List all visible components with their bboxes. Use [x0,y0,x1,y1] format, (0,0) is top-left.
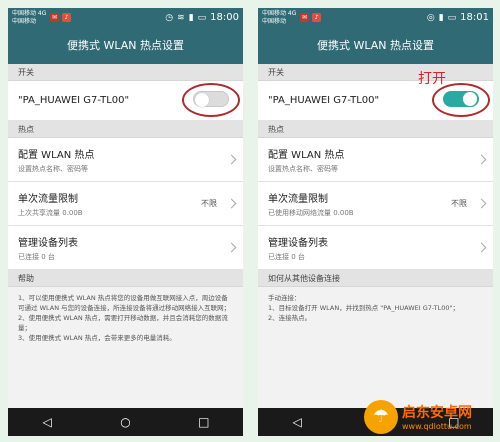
hotspot-section-header: 热点 [8,121,243,138]
chevron-right-icon [226,198,237,209]
phone-screen-before: 中国移动 4G 中国移动 ✉ ♪ ◷ ≋ ▮ ▭ 18:00 便携式 WLAN … [8,8,243,436]
hotspot-switch-row[interactable]: "PA_HUAWEI G7-TL00" [258,81,493,121]
help-line: 3、使用便携式 WLAN 热点，会带来更多的电量消耗。 [18,334,176,342]
notification-icons: ✉ ♪ [300,13,321,22]
notification-icons: ✉ ♪ [50,13,71,22]
watermark-title: 启东安卓网 [402,405,472,421]
signal-icon: ▮ [188,12,194,23]
watermark: ☂ 启东安卓网 www.qdlottu.com [364,398,494,438]
battery-icon: ▭ [447,12,457,23]
chevron-right-icon [476,198,487,209]
status-bar: 中国移动 4G 中国移动 ✉ ♪ ◎ ▮ ▭ 18:01 [258,8,493,28]
status-icons: ◎ ▮ ▭ 18:01 [427,12,489,23]
phone-screen-after: 中国移动 4G 中国移动 ✉ ♪ ◎ ▮ ▭ 18:01 便携式 WLAN 热点… [258,8,493,436]
back-icon[interactable]: ◁ [37,415,57,429]
status-bar: 中国移动 4G 中国移动 ✉ ♪ ◷ ≋ ▮ ▭ 18:00 [8,8,243,28]
signal-icon: ▮ [438,12,444,23]
config-hotspot-sub: 设置热点名称、密码等 [18,165,88,173]
ssid-label: "PA_HUAWEI G7-TL00" [268,95,380,106]
connect-help-text: 手动连接： 1、目标设备打开 WLAN，并找到热点 "PA_HUAWEI G7-… [258,287,493,329]
highlight-circle [432,83,490,117]
recents-icon[interactable]: □ [194,415,214,429]
chevron-right-icon [226,154,237,165]
hotspot-icon: ◎ [426,12,435,23]
app-notification-icon: ♪ [312,13,321,22]
manage-devices-sub: 已连接 0 台 [18,253,55,261]
help-section-header: 帮助 [8,270,243,287]
data-limit-value: 不限 [451,199,467,208]
manage-devices-title: 管理设备列表 [18,238,78,249]
app-notification-icon: ♪ [62,13,71,22]
status-time: 18:01 [460,12,489,23]
data-limit-item[interactable]: 单次流量限制 已使用移动网络流量 0.00B 不限 [258,182,493,226]
chevron-right-icon [476,242,487,253]
config-hotspot-item[interactable]: 配置 WLAN 热点 设置热点名称、密码等 [258,138,493,182]
data-limit-item[interactable]: 单次流量限制 上次共享流量 0.00B 不限 [8,182,243,226]
status-icons: ◷ ≋ ▮ ▭ 18:00 [165,12,239,23]
config-hotspot-title: 配置 WLAN 热点 [18,150,95,161]
manage-devices-item[interactable]: 管理设备列表 已连接 0 台 [8,226,243,270]
help-text: 1、可以使用便携式 WLAN 热点将您的设备用做互联网接入点，周边设备可通过 W… [8,287,243,349]
manage-devices-sub: 已连接 0 台 [268,253,305,261]
config-hotspot-title: 配置 WLAN 热点 [268,150,345,161]
help-line: 手动连接： [268,294,301,302]
switch-section-header: 开关 [8,64,243,81]
help-line: 2、连接热点。 [268,314,312,322]
help-line: 1、目标设备打开 WLAN，并找到热点 "PA_HUAWEI G7-TL00"； [268,304,459,312]
chevron-right-icon [476,154,487,165]
hotspot-section-header: 热点 [258,121,493,138]
ssid-label: "PA_HUAWEI G7-TL00" [18,95,130,106]
switch-section-header: 开关 [258,64,493,81]
annotation-open: 打开 [418,71,446,87]
app-notification-icon: ✉ [50,13,59,22]
carrier-text: 中国移动 4G 中国移动 [262,10,297,25]
data-limit-value: 不限 [201,199,217,208]
status-time: 18:00 [210,12,239,23]
data-limit-sub: 上次共享流量 0.00B [18,209,83,217]
home-icon[interactable]: ○ [115,415,135,429]
config-hotspot-item[interactable]: 配置 WLAN 热点 设置热点名称、密码等 [8,138,243,182]
manage-devices-title: 管理设备列表 [268,238,328,249]
connect-section-header: 如何从其他设备连接 [258,270,493,287]
back-icon[interactable]: ◁ [287,415,307,429]
highlight-circle [182,83,240,117]
nav-bar: ◁ ○ □ [8,408,243,436]
manage-devices-item[interactable]: 管理设备列表 已连接 0 台 [258,226,493,270]
wifi-icon: ≋ [177,12,185,23]
clock-icon: ◷ [165,12,174,23]
help-line: 2、使用便携式 WLAN 热点，需要打开移动数据，并且会消耗您的数据流量； [18,314,228,332]
watermark-url: www.qdlottu.com [402,422,472,431]
data-limit-title: 单次流量限制 [268,194,328,205]
carrier-text: 中国移动 4G 中国移动 [12,10,47,25]
battery-icon: ▭ [197,12,207,23]
config-hotspot-sub: 设置热点名称、密码等 [268,165,338,173]
watermark-logo-icon: ☂ [364,400,398,434]
app-notification-icon: ✉ [300,13,309,22]
data-limit-sub: 已使用移动网络流量 0.00B [268,209,354,217]
page-title: 便携式 WLAN 热点设置 [8,28,243,64]
chevron-right-icon [226,242,237,253]
help-line: 1、可以使用便携式 WLAN 热点将您的设备用做互联网接入点，周边设备可通过 W… [18,294,231,312]
hotspot-switch-row[interactable]: "PA_HUAWEI G7-TL00" [8,81,243,121]
page-title: 便携式 WLAN 热点设置 [258,28,493,64]
data-limit-title: 单次流量限制 [18,194,78,205]
